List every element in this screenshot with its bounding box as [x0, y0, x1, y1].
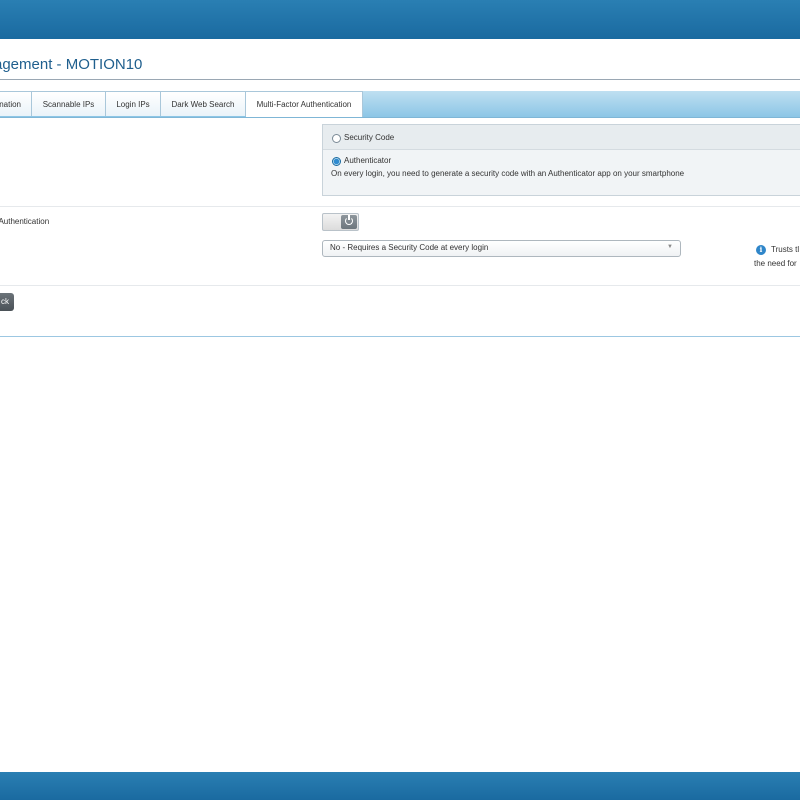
bottom-app-bar — [0, 772, 800, 800]
security-code-radio[interactable] — [332, 134, 341, 143]
trust-duration-select[interactable]: No - Requires a Security Code at every l… — [322, 240, 681, 257]
mfa-method-panel: Security Code Authenticator On every log… — [322, 124, 800, 196]
chevron-down-icon: ▼ — [667, 244, 673, 250]
tab-bar: nation Scannable IPs Login IPs Dark Web … — [0, 91, 800, 118]
trust-toggle[interactable] — [322, 213, 359, 231]
trust-section-label: r Authentication — [0, 217, 50, 226]
tab-scannable-ips[interactable]: Scannable IPs — [32, 91, 106, 116]
top-app-bar — [0, 0, 800, 39]
title-divider — [0, 79, 800, 80]
security-code-row — [323, 125, 800, 150]
back-button[interactable]: ck — [0, 293, 14, 311]
tab-information[interactable]: nation — [0, 91, 32, 116]
toggle-knob — [341, 215, 357, 229]
page: agement - MOTION10 nation Scannable IPs … — [0, 0, 800, 800]
info-text-line2: the need for — [754, 259, 797, 268]
info-icon: i — [756, 245, 766, 255]
info-text-line1: Trusts tl — [771, 245, 800, 254]
section-divider — [0, 206, 800, 207]
authenticator-description: On every login, you need to generate a s… — [331, 169, 685, 178]
select-value: No - Requires a Security Code at every l… — [330, 243, 489, 252]
section-divider — [0, 285, 800, 286]
tab-login-ips[interactable]: Login IPs — [106, 91, 161, 116]
content-bottom-divider — [0, 336, 800, 337]
power-icon — [345, 215, 353, 225]
tab-dark-web-search[interactable]: Dark Web Search — [161, 91, 246, 116]
security-code-label[interactable]: Security Code — [344, 133, 394, 142]
tab-multi-factor-authentication[interactable]: Multi-Factor Authentication — [246, 91, 363, 117]
authenticator-label[interactable]: Authenticator — [344, 156, 391, 165]
authenticator-radio[interactable] — [332, 157, 341, 166]
page-title: agement - MOTION10 — [0, 56, 143, 73]
